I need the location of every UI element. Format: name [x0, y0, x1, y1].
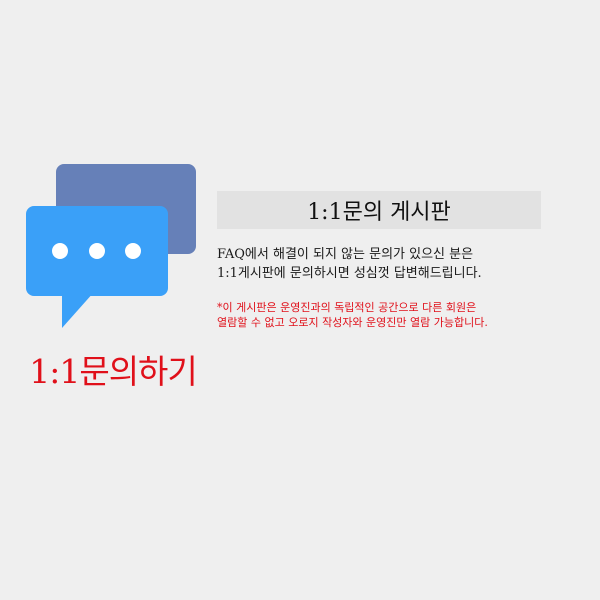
board-notice: *이 게시판은 운영진과의 독립적인 공간으로 다른 회원은 열람할 수 없고 … [217, 300, 557, 330]
dot-2 [89, 243, 105, 259]
chat-bubbles-graphic [26, 164, 196, 328]
board-title: 1:1문의 게시판 [307, 200, 451, 225]
chat-bubbles-icon [26, 164, 198, 332]
front-bubble-tail [62, 292, 94, 328]
dot-1 [52, 243, 68, 259]
inquiry-link[interactable]: 1:1문의하기 [10, 350, 216, 394]
board-title-box: 1:1문의 게시판 [217, 191, 541, 229]
description-line-1: FAQ에서 해결이 되지 않는 문의가 있으신 분은 [217, 247, 474, 262]
notice-line-2: 열람할 수 없고 오로지 작성자와 운영진만 열람 가능합니다. [217, 316, 488, 329]
dot-3 [125, 243, 141, 259]
notice-line-1: *이 게시판은 운영진과의 독립적인 공간으로 다른 회원은 [217, 301, 477, 314]
board-description: FAQ에서 해결이 되지 않는 문의가 있으신 분은 1:1게시판에 문의하시면… [217, 245, 557, 283]
description-line-2: 1:1게시판에 문의하시면 성심껏 답변해드립니다. [217, 266, 482, 281]
